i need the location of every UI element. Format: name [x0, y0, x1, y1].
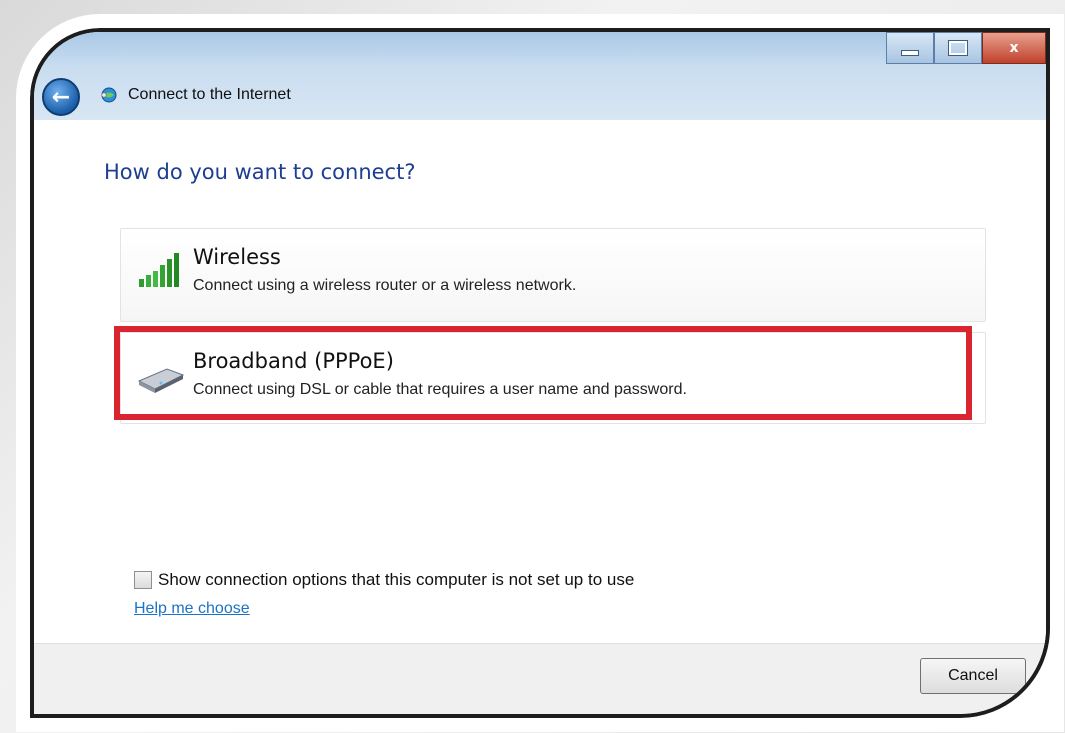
option-broadband[interactable]: Broadband (PPPoE) Connect using DSL or c…	[120, 332, 986, 424]
caption-buttons: x	[886, 32, 1046, 64]
option-wireless-description: Connect using a wireless router or a wir…	[193, 277, 577, 294]
minimize-icon	[901, 50, 919, 56]
option-wireless-title: Wireless	[193, 245, 281, 269]
wireless-signal-icon	[137, 251, 185, 291]
window-title: Connect to the Internet	[128, 86, 291, 103]
page-heading: How do you want to connect?	[104, 160, 416, 184]
help-me-choose-link[interactable]: Help me choose	[134, 600, 250, 618]
close-icon: x	[1009, 40, 1019, 56]
titlebar: x ← Connect to the Internet	[34, 32, 1046, 120]
dialog-content: How do you want to connect? Wireless Con…	[34, 120, 1046, 644]
show-options-label[interactable]: Show connection options that this comput…	[158, 570, 634, 590]
dialog-window-outer: x ← Connect to the Internet How do you w…	[30, 28, 1050, 718]
back-button[interactable]: ←	[42, 78, 80, 116]
close-button[interactable]: x	[982, 32, 1046, 64]
option-broadband-description: Connect using DSL or cable that requires…	[193, 381, 687, 398]
option-broadband-title: Broadband (PPPoE)	[193, 349, 394, 373]
dialog-window: x ← Connect to the Internet How do you w…	[30, 28, 1050, 718]
show-options-checkbox[interactable]	[134, 571, 152, 589]
maximize-button[interactable]	[934, 32, 982, 64]
dialog-footer: Cancel	[34, 643, 1046, 714]
show-options-row: Show connection options that this comput…	[134, 570, 634, 590]
option-wireless[interactable]: Wireless Connect using a wireless router…	[120, 228, 986, 322]
cancel-button[interactable]: Cancel	[920, 658, 1026, 694]
minimize-button[interactable]	[886, 32, 934, 64]
broadband-modem-icon	[137, 355, 185, 395]
maximize-icon	[948, 40, 968, 56]
network-globe-icon	[100, 86, 118, 104]
back-arrow-icon: ←	[51, 84, 71, 110]
